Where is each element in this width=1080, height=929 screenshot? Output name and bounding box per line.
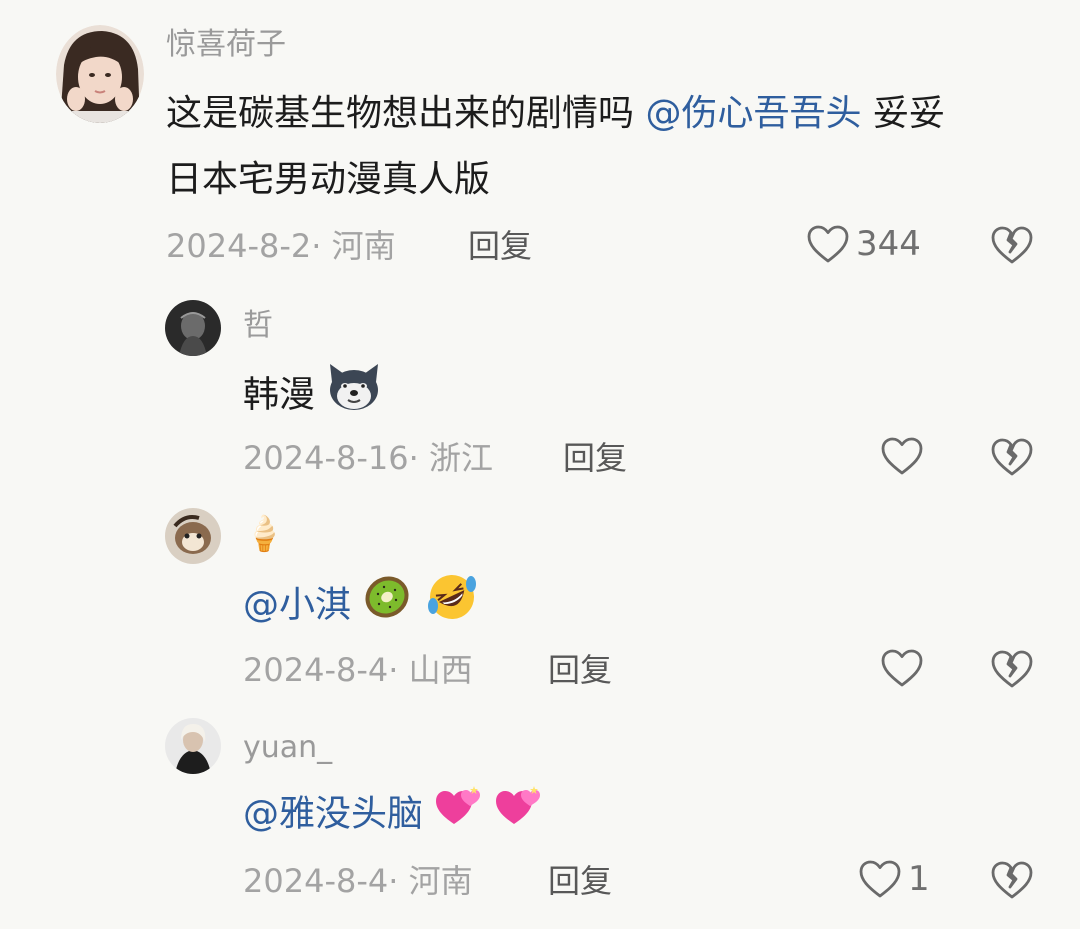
kiwi-emoji [362,572,412,641]
reply-button[interactable]: 回复 [548,861,612,901]
broken-heart-icon [991,861,1033,899]
comment-meta: 2024-8-2· 河南 [166,227,396,265]
comment-text-line2: 日本宅男动漫真人版 [166,159,491,200]
dislike-button[interactable] [990,436,1034,482]
reply-text: @小淇 [243,572,480,641]
broken-heart-icon [991,438,1033,476]
like-button[interactable]: 1 [858,859,930,899]
dislike-button[interactable] [990,859,1034,905]
rolling-laughing-emoji [424,572,480,641]
avatar-photo-icon [56,25,144,123]
like-button[interactable] [880,648,930,688]
reply-button[interactable]: 回复 [468,226,532,266]
dislike-button[interactable] [990,648,1034,694]
avatar-photo-icon [165,300,221,356]
comment-username[interactable]: 惊喜荷子 [166,27,286,63]
reply-meta: 2024-8-4· 山西 [243,651,473,689]
dog-face-emoji [326,362,382,431]
heart-outline-icon [807,225,849,263]
comment-thread: 惊喜荷子 这是碳基生物想出来的剧情吗 @伤心吾吾头 妥妥 日本宅男动漫真人版 2… [0,0,1080,929]
avatar-photo-icon [165,718,221,774]
avatar[interactable] [165,718,221,774]
mention-link[interactable]: @雅没头脑 [243,794,423,835]
reply-username[interactable]: 🍦 [243,516,285,552]
mention-link[interactable]: @小淇 [243,585,351,626]
reply-meta: 2024-8-16· 浙江 [243,439,493,477]
broken-heart-icon [991,226,1033,264]
like-count: 1 [908,859,930,899]
heart-outline-icon [859,860,901,898]
reply-text-part: 韩漫 [243,374,316,416]
dislike-button[interactable] [990,224,1034,270]
like-count: 344 [856,224,921,264]
avatar-photo-icon [165,508,221,564]
heart-outline-icon [881,437,923,475]
comment-text-part: 这是碳基生物想出来的剧情吗 [166,93,646,134]
reply-username[interactable]: 哲 [243,308,273,344]
reply-text: 韩漫 [243,362,382,431]
broken-heart-icon [991,650,1033,688]
avatar[interactable] [165,300,221,356]
comment-text: 这是碳基生物想出来的剧情吗 @伤心吾吾头 妥妥 [166,84,945,144]
reply-button[interactable]: 回复 [548,650,612,690]
two-hearts-emoji [434,784,482,847]
reply-username[interactable]: yuan_ [243,730,332,766]
comment-text-part: 妥妥 [861,93,945,134]
reply-button[interactable]: 回复 [563,438,627,478]
reply-text: @雅没头脑 [243,784,542,847]
mention-link[interactable]: @伤心吾吾头 [645,93,861,134]
like-button[interactable]: 344 [806,224,921,264]
reply-meta: 2024-8-4· 河南 [243,862,473,900]
like-button[interactable] [880,436,930,476]
avatar[interactable] [56,25,144,123]
heart-outline-icon [881,649,923,687]
avatar[interactable] [165,508,221,564]
two-hearts-emoji [494,784,542,847]
